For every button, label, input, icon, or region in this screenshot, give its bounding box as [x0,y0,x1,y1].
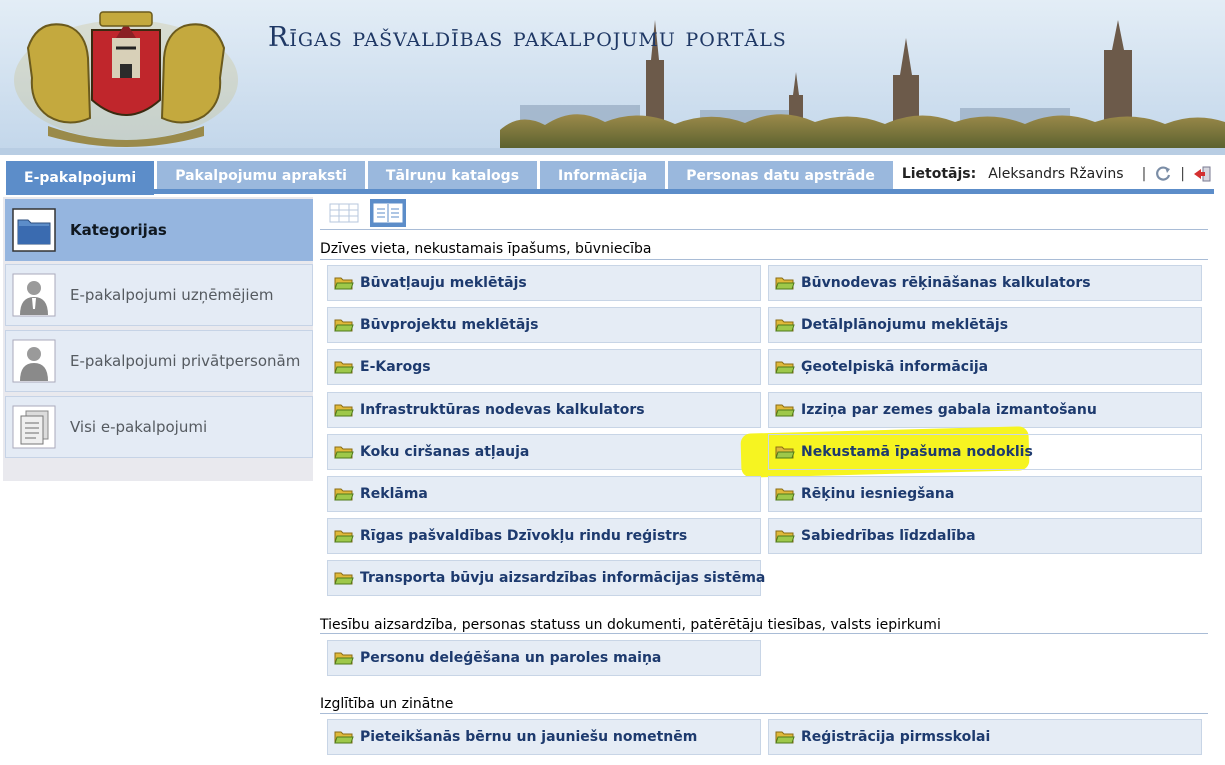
service-label: Būvnodevas rēķināšanas kalkulators [801,275,1091,291]
folder-icon [775,528,795,544]
section-title: Izglītība un zinātne [320,696,454,712]
service-link[interactable]: Izziņa par zemes gabala izmantošanu [768,391,1202,428]
service-label: Pieteikšanās bērnu un jauniešu nometnēm [360,729,698,745]
service-link[interactable]: Transporta būvju aizsardzības informācij… [327,560,765,597]
sidebar-item-visi[interactable]: Visi e-pakalpojumi [5,396,313,458]
sidebar-item-uznemejiem[interactable]: E-pakalpojumi uzņēmējiem [5,264,313,326]
service-label: Koku ciršanas atļauja [360,443,530,460]
folder-icon [334,570,354,586]
tab-talrunu-katalogs[interactable]: Tālruņu katalogs [367,161,538,191]
section-title: Dzīves vieta, nekustamais īpašums, būvni… [320,241,652,257]
folder-icon [775,317,795,333]
tab-personas-datu-apstrade[interactable]: Personas datu apstrāde [668,161,893,191]
service-label: E-Karogs [360,359,431,376]
tab-informacija[interactable]: Informācija [540,161,666,191]
service-link[interactable]: Ģeotelpiskā informācija [768,349,1202,386]
service-link[interactable]: Reģistrācija pirmsskolai [768,719,1202,755]
service-link[interactable]: Detālplānojumu meklētājs [768,307,1202,344]
folder-icon [334,528,354,544]
service-link[interactable]: Sabiedrības līdzdalība [768,518,1202,555]
sidebar-item-privatpersonam[interactable]: E-pakalpojumi privātpersonām [5,330,313,392]
table-view-button[interactable] [326,199,362,227]
folder-icon [775,359,795,375]
refresh-icon[interactable] [1154,165,1172,183]
service-label: Izziņa par zemes gabala izmantošanu [801,401,1097,418]
tab-pakalpojumu-apraksti[interactable]: Pakalpojumu apraksti [157,161,365,191]
folder-icon [775,729,795,745]
service-label: Rīgas pašvaldības Dzīvokļu rindu reģistr… [360,528,688,545]
main-content: Dzīves vieta, nekustamais īpašums, būvni… [320,197,1210,765]
folder-icon [334,275,354,291]
folder-icon [334,729,354,745]
folder-icon [334,402,354,418]
folder-icon [334,650,354,666]
service-label: Reģistrācija pirmsskolai [801,729,991,745]
sidebar-item-kategorijas[interactable]: Kategorijas [5,199,313,261]
service-link[interactable]: Būvprojektu meklētājs [327,307,761,344]
section-title: Tiesību aizsardzība, personas statuss un… [320,617,941,633]
folder-icon [334,444,354,460]
service-link[interactable]: Infrastruktūras nodevas kalkulators [327,391,761,428]
list-view-button[interactable] [370,199,406,227]
section-divider [320,633,1208,634]
service-link[interactable]: Koku ciršanas atļauja [327,433,761,470]
service-label: Būvprojektu meklētājs [360,317,539,334]
service-label: Nekustamā īpašuma nodoklis [801,443,1033,460]
separator: | [1180,166,1185,182]
section-divider [320,259,1208,260]
table-view-icon [329,203,359,223]
header-banner: Rīgas pašvaldības pakalpojumu portāls [0,0,1225,155]
service-label: Sabiedrības līdzdalība [801,528,976,545]
service-label: Transporta būvju aizsardzības informācij… [360,570,766,587]
service-link[interactable]: Būvatļauju meklētājs [327,265,761,301]
service-label: Detālplānojumu meklētājs [801,317,1009,334]
section-divider [320,229,1208,230]
folder-icon [775,402,795,418]
folder-icon [334,486,354,502]
separator: | [1141,166,1147,182]
service-link[interactable]: Nekustamā īpašuma nodoklis [768,433,1202,470]
portal-title: Rīgas pašvaldības pakalpojumu portāls [268,22,787,53]
riga-coat-of-arms-logo[interactable] [8,8,244,150]
folder-icon [775,486,795,502]
documents-icon [12,405,56,449]
folder-icon [334,359,354,375]
service-link[interactable]: Rēķinu iesniegšana [768,476,1202,512]
category-sidebar: Kategorijas E-pakalpojumi uzņēmējiem E-p… [3,197,313,481]
sidebar-item-label: E-pakalpojumi privātpersonām [70,352,301,370]
businessman-icon [12,273,56,317]
service-link[interactable]: Būvnodevas rēķināšanas kalkulators [768,265,1202,301]
user-label: Lietotājs: [901,166,977,182]
folder-icon [775,275,795,291]
person-icon [12,339,56,383]
logout-icon[interactable] [1193,165,1211,183]
sidebar-item-label: Kategorijas [70,221,167,239]
service-label: Personu deleģēšana un paroles maiņa [360,650,662,666]
folder-icon [12,208,56,252]
service-link[interactable]: Personu deleģēšana un paroles maiņa [327,640,761,676]
service-link[interactable]: Pieteikšanās bērnu un jauniešu nometnēm [327,719,761,755]
user-area: Lietotājs: Aleksandrs Ržavins | | [902,165,1211,183]
service-label: Rēķinu iesniegšana [801,486,955,502]
folder-icon [775,444,795,460]
service-link[interactable]: Rīgas pašvaldības Dzīvokļu rindu reģistr… [327,518,761,555]
folder-icon [334,317,354,333]
nav-underline [6,189,1214,194]
sidebar-item-label: Visi e-pakalpojumi [70,418,208,436]
view-toggle [326,199,414,227]
service-link[interactable]: E-Karogs [327,349,761,386]
service-label: Būvatļauju meklētājs [360,275,527,291]
list-view-icon [373,203,403,223]
service-label: Ģeotelpiskā informācija [801,359,989,376]
sidebar-item-label: E-pakalpojumi uzņēmējiem [70,286,274,304]
service-link[interactable]: Reklāma [327,476,761,512]
service-label: Infrastruktūras nodevas kalkulators [360,401,645,418]
service-label: Reklāma [360,486,428,502]
user-name[interactable]: Aleksandrs Ržavins [988,166,1123,182]
section-divider [320,713,1208,714]
